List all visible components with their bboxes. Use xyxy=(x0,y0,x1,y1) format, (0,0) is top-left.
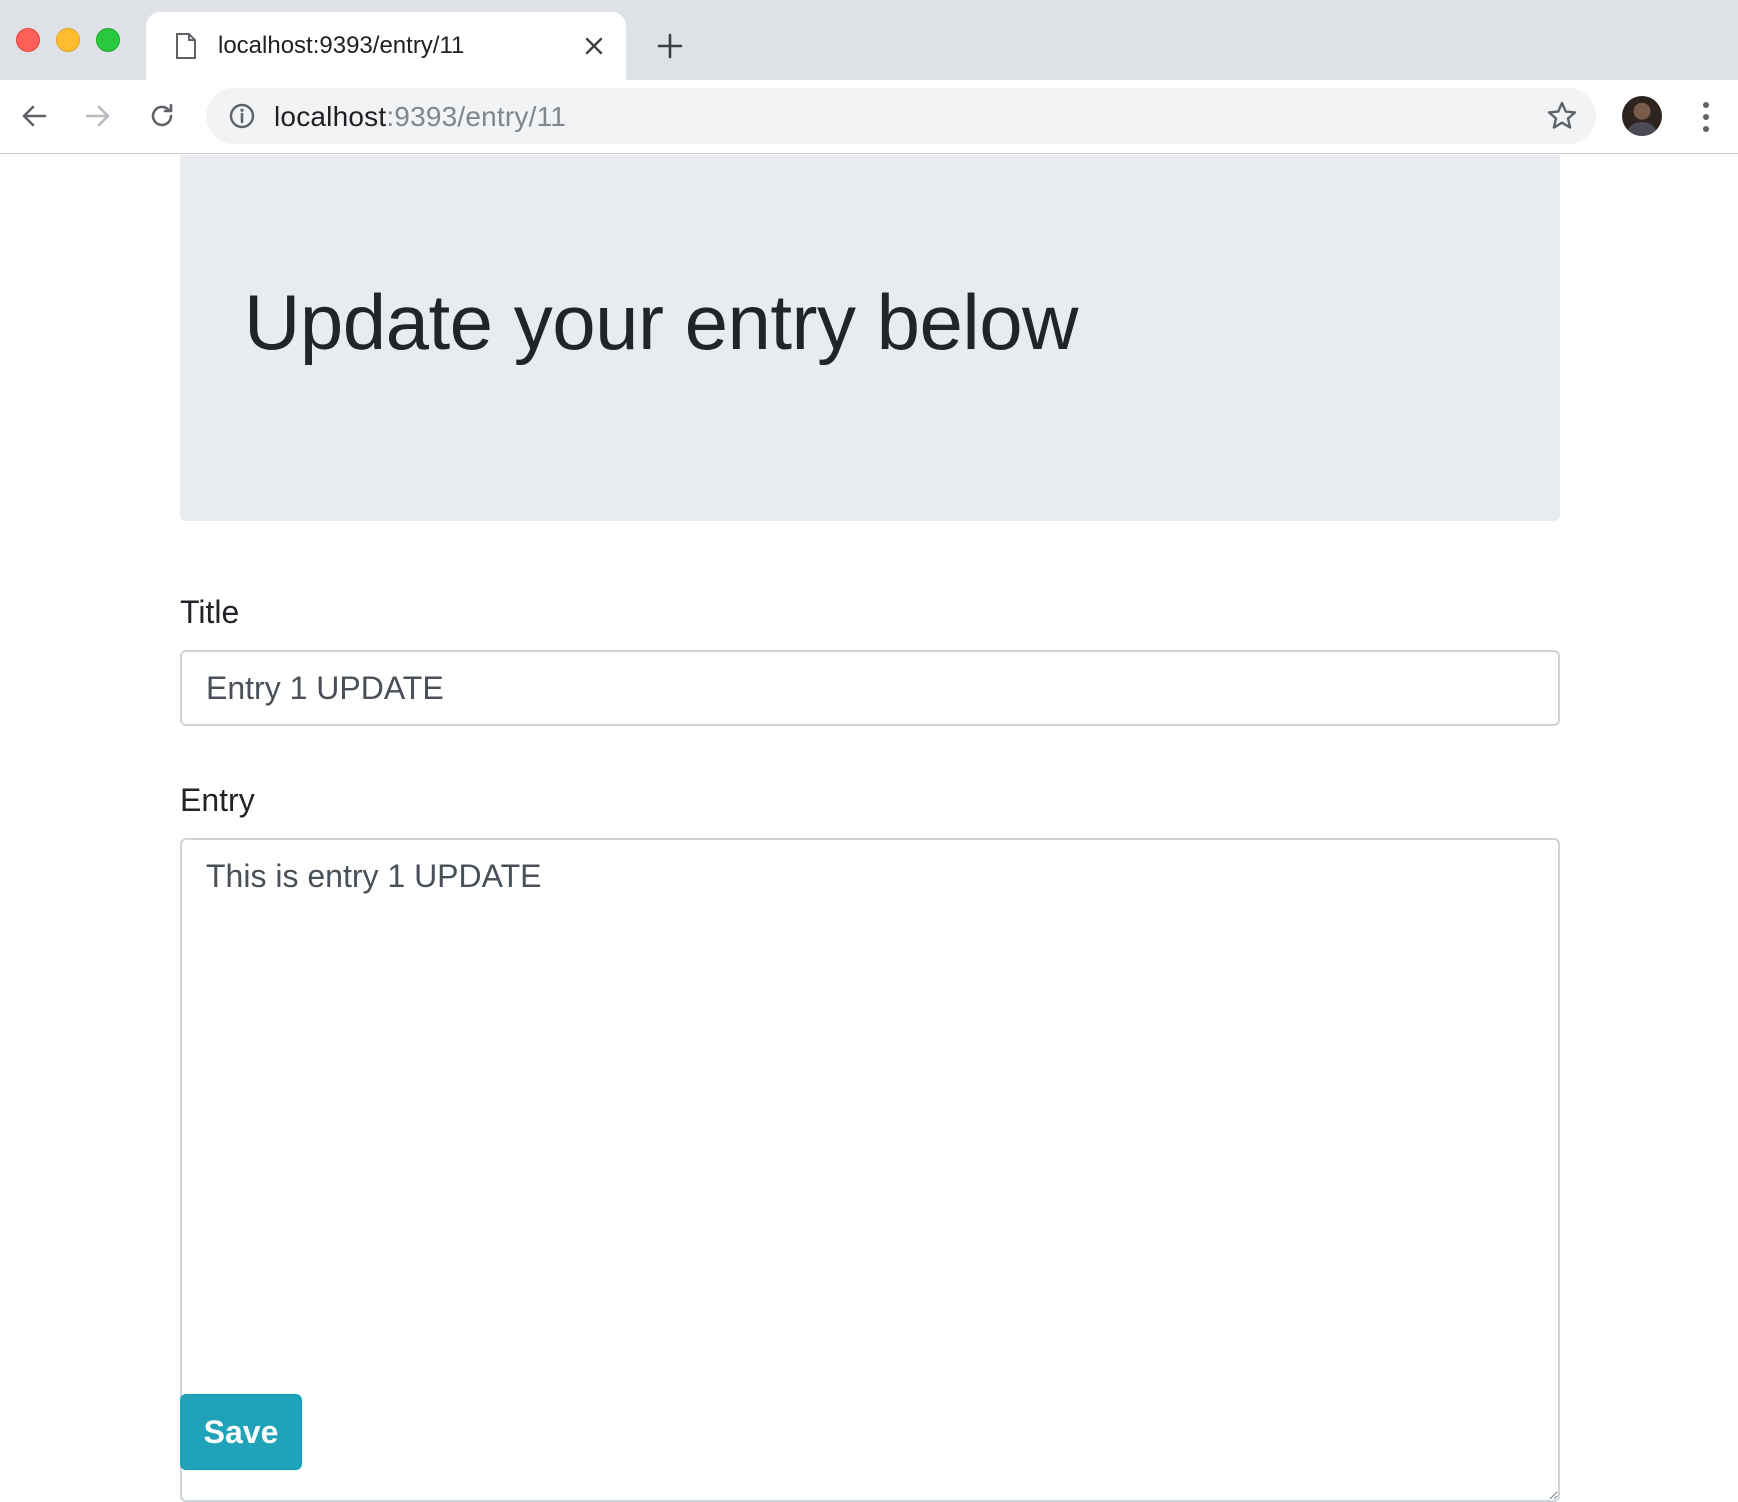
star-icon[interactable] xyxy=(1546,100,1578,132)
address-bar[interactable]: localhost:9393/entry/11 xyxy=(206,88,1596,144)
page-content: Update your entry below Title Entry This… xyxy=(0,155,1738,1502)
entry-textarea[interactable]: This is entry 1 UPDATE xyxy=(180,838,1560,1502)
url-text[interactable]: localhost:9393/entry/11 xyxy=(274,101,566,133)
page-icon xyxy=(174,32,198,65)
more-vertical-icon[interactable] xyxy=(1692,98,1720,136)
page-title: Update your entry below xyxy=(244,278,1078,366)
browser-toolbar: localhost:9393/entry/11 xyxy=(0,80,1738,154)
window-close-button[interactable] xyxy=(16,28,40,52)
title-label: Title xyxy=(180,594,240,630)
browser-tabstrip: localhost:9393/entry/11 xyxy=(0,0,1738,80)
window-maximize-button[interactable] xyxy=(96,28,120,52)
entry-label: Entry xyxy=(180,782,255,818)
jumbotron: Update your entry below xyxy=(180,155,1560,521)
tab-title: localhost:9393/entry/11 xyxy=(218,32,465,59)
url-path: :9393/entry/11 xyxy=(386,101,567,132)
arrow-right-icon[interactable] xyxy=(78,96,118,136)
profile-avatar[interactable] xyxy=(1622,96,1662,136)
window-minimize-button[interactable] xyxy=(56,28,80,52)
close-icon[interactable] xyxy=(580,32,608,60)
browser-tab[interactable]: localhost:9393/entry/11 xyxy=(146,12,626,80)
info-icon[interactable] xyxy=(228,102,256,130)
title-input[interactable] xyxy=(180,650,1560,726)
reload-icon[interactable] xyxy=(142,96,182,136)
arrow-left-icon[interactable] xyxy=(14,96,54,136)
url-host: localhost xyxy=(274,101,387,132)
save-button[interactable]: Save xyxy=(180,1394,302,1470)
plus-icon[interactable] xyxy=(652,28,688,64)
